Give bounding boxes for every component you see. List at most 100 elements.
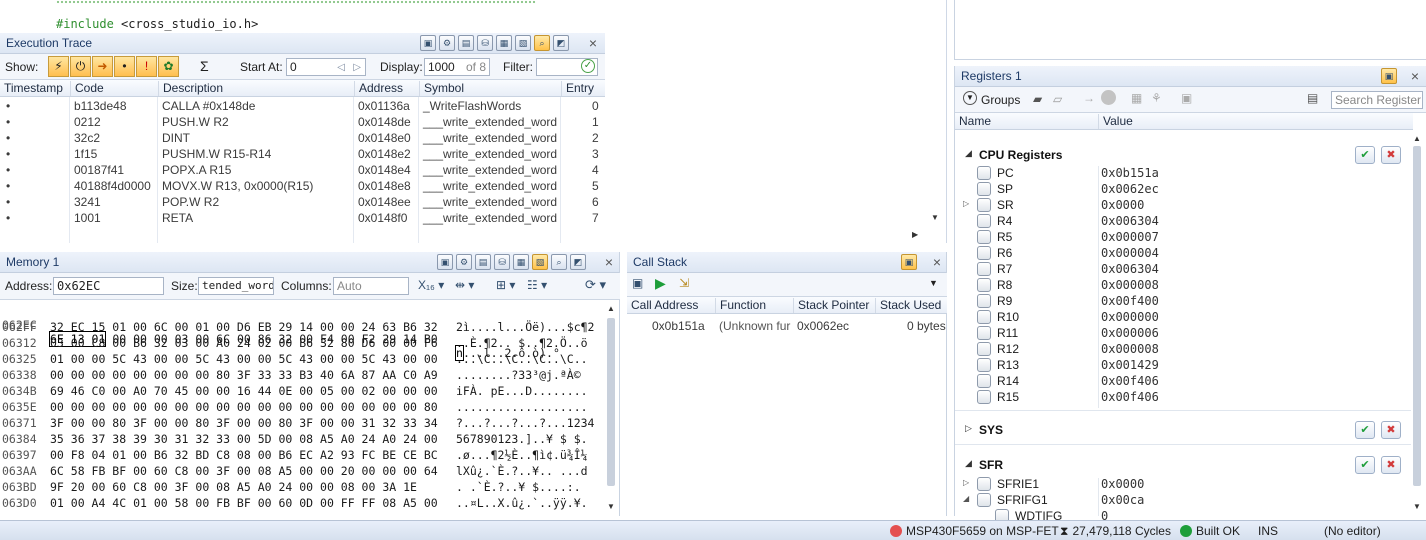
register-checkbox[interactable] [977,294,991,308]
size-select[interactable]: tended_word [198,277,274,295]
register-checkbox[interactable] [977,390,991,404]
mem-chart-icon[interactable]: ◩ [570,254,586,270]
register-checkbox[interactable] [977,326,991,340]
mem-icon-4[interactable]: ⛁ [494,254,510,270]
filter-input[interactable]: ✓ [536,58,598,76]
dropdown-icon[interactable]: ▼ [929,278,938,288]
call-stack-options-icon[interactable]: ▣ [901,254,917,270]
register-checkbox[interactable] [977,342,991,356]
memory-row[interactable]: 062EC 6E 13 01 00 00 00 03 00 6C 00 86 3… [0,304,560,361]
display-count-input[interactable]: 1000 of 8 [424,58,490,76]
close-circle-icon[interactable]: ✖ [1381,421,1401,439]
grid-icon[interactable]: ▦ [1131,91,1142,105]
address-input[interactable]: 0x62EC [53,277,164,295]
register-row[interactable]: R11 0x000006 [955,325,1413,341]
table-row[interactable]: • 0212 PUSH.W R2 0x0148de ___write_extended_… [0,114,605,130]
mem-icon-2[interactable]: ⚙ [456,254,472,270]
register-row[interactable]: R12 0x000008 [955,341,1413,357]
start-at-input[interactable]: 0 ◁ ▷ [286,58,366,76]
pane-icon-2[interactable]: ⚙ [439,35,455,51]
register-row[interactable]: R15 0x00f406 [955,389,1413,405]
register-checkbox[interactable] [977,310,991,324]
arrange-icon[interactable]: ⇹ ▾ [455,278,474,292]
columns-icon[interactable]: ⊞ ▾ [496,278,515,292]
register-checkbox[interactable] [977,358,991,372]
mem-icon-5[interactable]: ▦ [513,254,529,270]
build-status[interactable]: Built OK [1180,524,1240,538]
register-row[interactable]: R13 0x001429 [955,357,1413,373]
register-row[interactable]: R9 0x00f400 [955,293,1413,309]
mem-icon-1[interactable]: ▣ [437,254,453,270]
close-icon[interactable]: × [585,35,601,51]
registers-options-icon[interactable]: ▣ [1381,68,1397,84]
register-row[interactable]: ▷ SR 0x0000 [955,197,1413,213]
close-circle-icon[interactable]: ✖ [1381,146,1401,164]
pane-icon-5[interactable]: ▦ [496,35,512,51]
register-checkbox[interactable] [977,166,991,180]
register-checkbox[interactable] [977,246,991,260]
arrow-right-icon[interactable]: → [1083,91,1095,105]
columns-input[interactable]: Auto [333,277,409,295]
register-row[interactable]: R6 0x000004 [955,245,1413,261]
close-icon[interactable]: × [1407,68,1423,84]
pane-icon-1[interactable]: ▣ [420,35,436,51]
step-icon[interactable]: ⇲ [679,276,689,290]
power-icon[interactable]: ⏻ [70,56,91,77]
scroll-down-icon[interactable]: ▼ [931,213,941,223]
close-icon[interactable]: × [929,254,945,270]
cpu-registers-group[interactable]: ◢ CPU Registers ✔ ✖ [955,144,1413,166]
register-checkbox[interactable] [977,230,991,244]
table-row[interactable]: • 3241 POP.W R2 0x0148ee ___write_extended_w… [0,194,605,210]
sfr-group[interactable]: ◢ SFR ✔ ✖ [955,454,1413,476]
table-row[interactable]: • b113de48 CALLA #0x148de 0x01136a _WriteFla… [0,98,605,114]
arrow-right-icon[interactable]: ➜ [92,56,113,77]
pane-icon-6[interactable]: ▧ [515,35,531,51]
register-row[interactable]: SP 0x0062ec [955,181,1413,197]
back-icon[interactable]: ◁ [337,60,345,75]
check-icon[interactable]: ✔ [1355,146,1375,164]
include-line[interactable]: #include <cross_studio_io.h> [56,17,258,31]
register-checkbox[interactable] [977,493,991,507]
register-checkbox[interactable] [977,262,991,276]
register-checkbox[interactable] [977,374,991,388]
expand-icon[interactable]: ▷ [963,478,969,487]
lightning-icon[interactable]: ⚡ [48,56,69,77]
forward-icon[interactable]: ▷ [353,60,361,75]
register-row[interactable]: R4 0x006304 [955,213,1413,229]
register-row[interactable]: R14 0x00f406 [955,373,1413,389]
search-register-input[interactable]: Search Register [1331,91,1423,109]
memory-scrollbar[interactable]: ▲ ▼ [605,302,617,516]
register-checkbox[interactable] [977,214,991,228]
tree-icon[interactable]: ⚘ [1151,91,1162,105]
table-row[interactable]: • 1001 RETA 0x0148f0 ___write_extended_word 7 [0,210,605,226]
call-stack-row[interactable]: 0x0b151a (Unknown fur 0x0062ec 0 bytes [627,318,947,334]
radix-icon[interactable]: X₁₆ ▾ [418,278,444,292]
pane-icon-7[interactable]: ⌕ [534,35,550,51]
register-row[interactable]: R7 0x006304 [955,261,1413,277]
exclamation-icon[interactable]: ! [136,56,157,77]
chevron-down-icon[interactable]: ▼ [963,91,977,105]
table-row[interactable]: • 1f15 PUSHM.W R15-R14 0x0148e2 ___write_ext… [0,146,605,162]
stop-icon[interactable] [1101,90,1116,105]
register-row[interactable]: ▷ SFRIE1 0x0000 [955,476,1413,492]
scroll-right-icon[interactable]: ▶ [912,230,922,240]
pane-icon-3[interactable]: ▤ [458,35,474,51]
groups-button[interactable]: Groups [981,93,1020,107]
expand-icon[interactable]: ▷ [963,199,969,208]
bug-icon[interactable]: ✿ [158,56,179,77]
table-row[interactable]: • 40188f4d0000 MOVX.W R13, 0x0000(R15) 0x01… [0,178,605,194]
document-icon[interactable]: ▤ [1307,91,1318,105]
register-row[interactable]: R5 0x000007 [955,229,1413,245]
dot-icon[interactable]: • [114,56,135,77]
source-editor[interactable]: #include <cross_studio_io.h> [0,0,947,33]
check-icon[interactable]: ✔ [1355,421,1375,439]
register-row[interactable]: ◢ SFRIFG1 0x00ca [955,492,1413,508]
layout-icon[interactable]: ☷ ▾ [527,278,547,292]
save-icon[interactable]: ▣ [1181,91,1192,105]
refresh-icon[interactable]: ⟳ ▾ [585,277,606,293]
target-status[interactable]: MSP430F5659 on MSP-FET [890,524,1059,538]
chip-icon[interactable]: ▰ [1033,92,1042,106]
view-icon[interactable]: ▣ [632,276,643,290]
register-checkbox[interactable] [977,198,991,212]
eraser-icon[interactable]: ▱ [1053,92,1062,106]
